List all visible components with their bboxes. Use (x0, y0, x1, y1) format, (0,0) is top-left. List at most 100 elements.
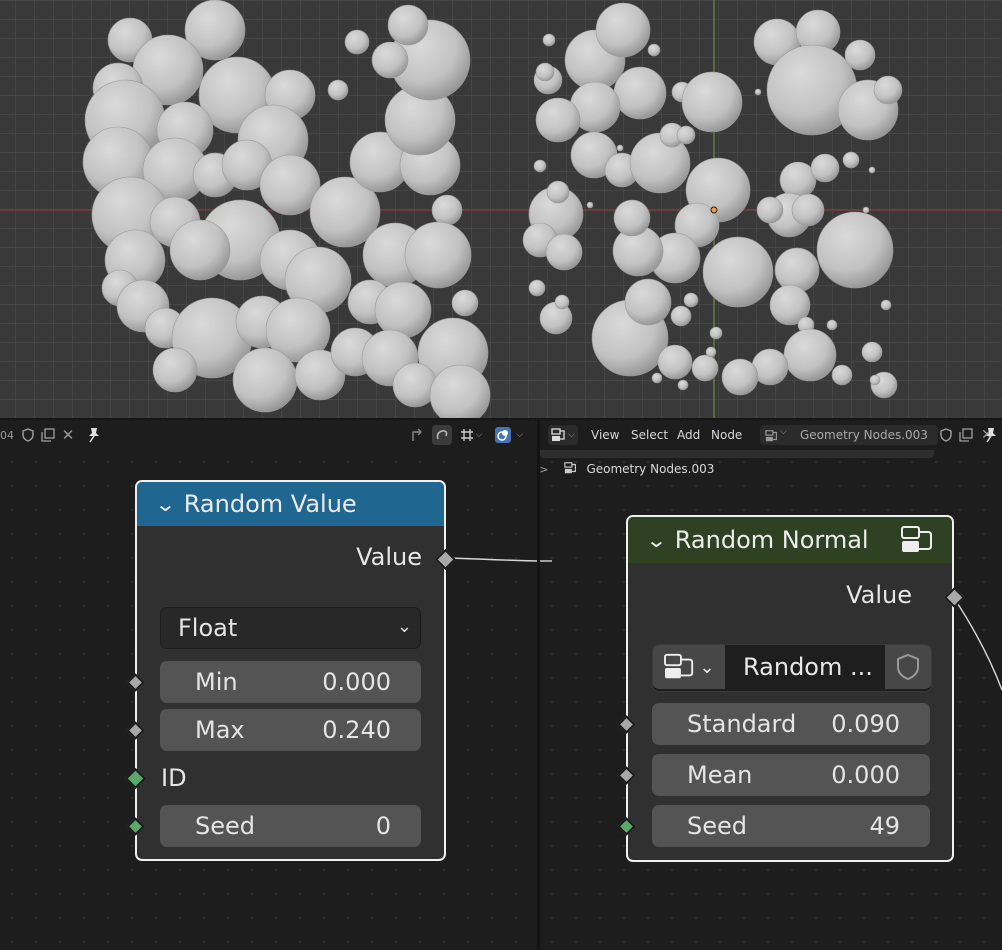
node-group-icon (900, 524, 936, 560)
browse-node-group-button[interactable]: ⌄ (653, 645, 725, 689)
datablock-suffix: 04 (0, 428, 14, 442)
sphere (232, 347, 298, 413)
fake-user-icon[interactable] (938, 427, 954, 443)
sphere (816, 211, 894, 289)
node-header[interactable]: ⌄ Random Normal (628, 517, 952, 563)
right-node-editor[interactable]: <> Geometry Nodes.003 ⌄ Random Normal Va… (540, 450, 1002, 950)
chevron-down-icon: ⌵ (780, 427, 787, 437)
sphere (651, 372, 663, 384)
menu-add[interactable]: Add (677, 428, 700, 442)
sphere (862, 206, 870, 214)
link-cut-icon[interactable] (432, 425, 452, 445)
sphere-cluster (82, 0, 903, 418)
sphere (528, 279, 546, 297)
sphere (542, 33, 556, 47)
output-value-label: Value (356, 543, 422, 571)
menu-node[interactable]: Node (711, 428, 742, 442)
sphere (586, 201, 594, 209)
node-editor-icon (551, 428, 565, 441)
node-random-normal[interactable]: ⌄ Random Normal Value ⌄ Random ... Stand… (617, 515, 966, 862)
fake-user-icon[interactable] (20, 427, 36, 443)
sphere (374, 281, 432, 339)
max-field[interactable]: Max 0.240 (160, 709, 421, 751)
sphere (616, 144, 624, 152)
sphere (624, 278, 672, 326)
node-tree-icon (664, 653, 694, 679)
standard-field[interactable]: Standard 0.090 (652, 703, 930, 745)
node-group-name[interactable]: Random ... (743, 653, 873, 681)
sphere (535, 62, 555, 82)
chevron-down-icon: ⌵ (475, 430, 483, 440)
chevron-down-icon: ⌄ (396, 616, 412, 637)
sphere (868, 166, 876, 174)
chevron-down-icon: ⌵ (516, 430, 523, 440)
sphere (670, 305, 692, 327)
object-origin (710, 206, 718, 214)
left-node-editor[interactable]: ⌄ Random Value Value Float ⌄ Min 0.000 M… (0, 450, 537, 950)
sphere (779, 161, 817, 199)
pin-icon[interactable] (982, 426, 1000, 444)
sphere (774, 247, 820, 293)
sphere (842, 151, 860, 169)
chevron-down-icon: ⌄ (699, 656, 715, 678)
sphere (545, 233, 583, 271)
collapse-chevron-icon[interactable]: ⌄ (645, 528, 667, 552)
sphere (783, 328, 837, 382)
chevron-down-icon: ⌵ (568, 430, 575, 440)
fake-user-button[interactable] (885, 645, 931, 689)
seed-field[interactable]: Seed 49 (652, 805, 930, 847)
sphere (791, 193, 825, 227)
sphere (861, 341, 883, 363)
snap-grid-dropdown[interactable]: ⌵ (455, 425, 487, 445)
sphere (721, 358, 759, 396)
sphere (681, 71, 743, 133)
sphere (344, 29, 370, 55)
parent-node-tree-icon[interactable] (408, 426, 426, 444)
sphere (327, 79, 349, 101)
overlay-dropdown[interactable]: ⌵ (490, 425, 528, 445)
duplicate-icon[interactable] (40, 427, 56, 443)
mean-field[interactable]: Mean 0.000 (652, 754, 930, 796)
output-value-label: Value (846, 581, 912, 609)
sphere (404, 221, 472, 289)
duplicate-icon[interactable] (958, 427, 974, 443)
sphere (754, 88, 762, 96)
sphere (709, 326, 723, 340)
sphere (826, 319, 838, 331)
sphere (535, 97, 581, 143)
node-title: Random Normal (674, 526, 869, 554)
3d-viewport[interactable] (0, 0, 1002, 418)
node-link (449, 557, 537, 562)
sphere (431, 194, 463, 226)
sphere (647, 43, 661, 57)
shield-icon (897, 653, 919, 681)
overlay-icon (497, 430, 509, 441)
sphere (844, 39, 876, 71)
sphere (387, 4, 429, 46)
collapse-chevron-icon[interactable]: ⌄ (154, 492, 176, 516)
viewport-scene (0, 0, 1002, 418)
node-title: Random Value (183, 490, 357, 518)
close-icon[interactable]: ✕ (60, 426, 76, 444)
sphere (702, 236, 774, 308)
menu-view[interactable]: View (591, 428, 619, 442)
sphere (880, 299, 892, 311)
seed-field[interactable]: Seed 0 (160, 805, 421, 847)
sphere (152, 347, 198, 393)
datablock-name[interactable]: Geometry Nodes.003 (800, 428, 928, 442)
sphere (613, 199, 651, 237)
node-group-selector[interactable]: ⌄ Random ... (652, 644, 932, 692)
input-id-label: ID (161, 764, 187, 792)
menu-select[interactable]: Select (631, 428, 668, 442)
sphere (595, 2, 651, 58)
min-field[interactable]: Min 0.000 (160, 661, 421, 703)
sphere (831, 364, 853, 386)
node-tree-datablock[interactable]: ⌵ Geometry Nodes.003 (760, 425, 938, 445)
pin-icon[interactable] (85, 426, 103, 444)
data-type-select[interactable]: Float ⌄ (160, 607, 421, 649)
sphere (683, 292, 699, 308)
sphere (613, 66, 667, 120)
editor-type-dropdown[interactable]: ⌵ (548, 425, 578, 445)
node-header[interactable]: ⌄ Random Value (137, 482, 444, 526)
node-random-value[interactable]: ⌄ Random Value Value Float ⌄ Min 0.000 M… (124, 480, 457, 861)
